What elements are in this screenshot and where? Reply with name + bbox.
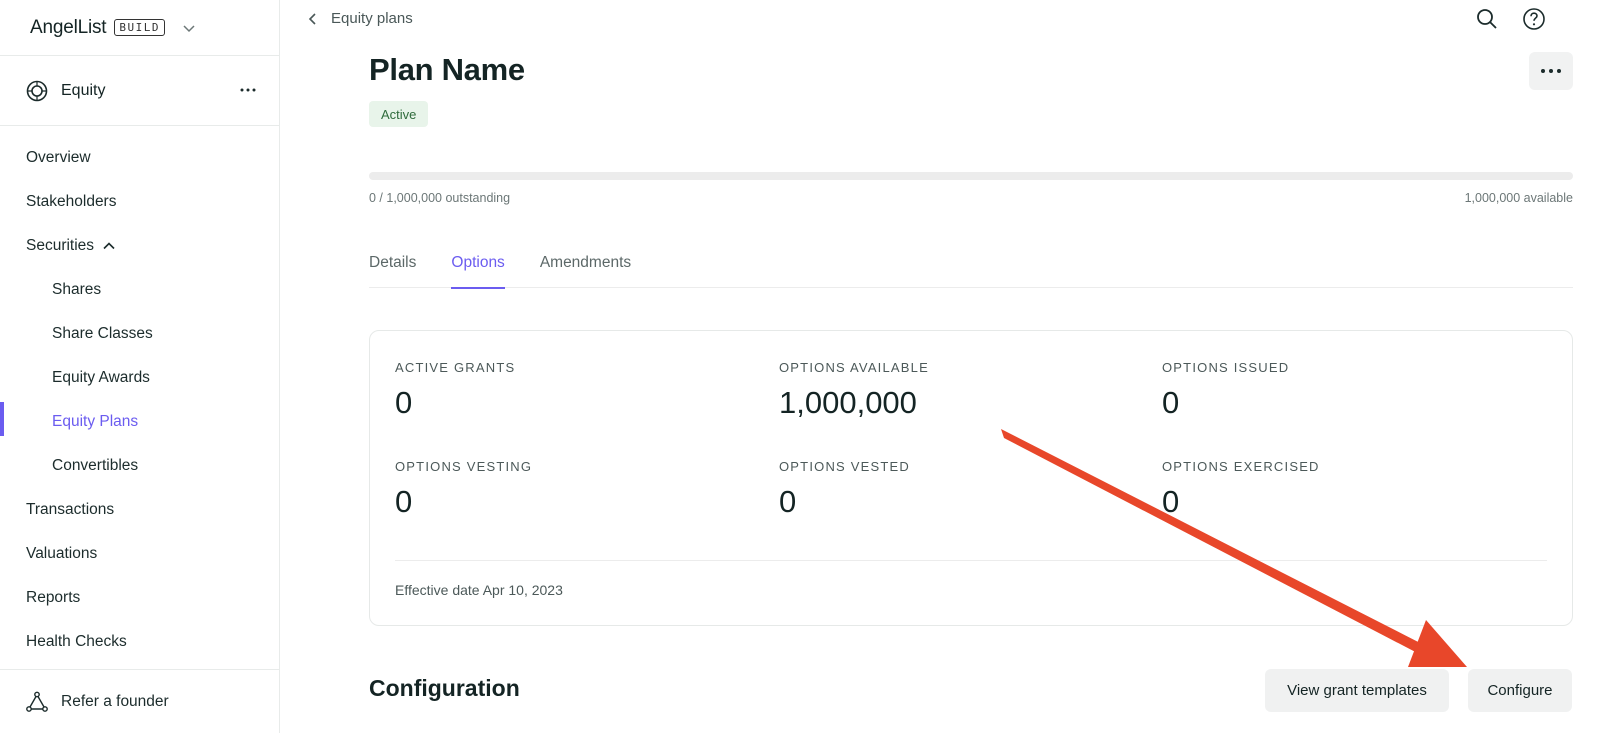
more-horizontal-icon [1541, 69, 1561, 73]
sidebar-item-label: Shares [52, 281, 102, 298]
divider [395, 560, 1547, 561]
stat-options-exercised: OPTIONS EXERCISED 0 [1162, 459, 1542, 520]
search-icon[interactable] [1475, 7, 1499, 31]
stat-value: 0 [395, 484, 413, 519]
sidebar-item-label: Share Classes [52, 325, 153, 342]
stat-active-grants: ACTIVE GRANTS 0 [395, 360, 775, 421]
refer-founder-label: Refer a founder [61, 692, 169, 710]
sidebar-item-label: Stakeholders [26, 193, 117, 210]
chevron-up-icon [103, 242, 115, 250]
tab-details[interactable]: Details [369, 246, 416, 288]
sidebar-item-reports[interactable]: Reports [0, 576, 279, 620]
main-content: Equity plans Plan Name Active 0 / 1,000,… [281, 0, 1600, 733]
stat-options-vesting: OPTIONS VESTING 0 [395, 459, 775, 520]
stat-value: 0 [1162, 484, 1180, 519]
stat-options-available: OPTIONS AVAILABLE 1,000,000 [779, 360, 1159, 421]
sidebar-item-securities[interactable]: Securities [0, 224, 279, 268]
help-icon[interactable] [1522, 7, 1546, 31]
equity-label: Equity [61, 81, 106, 99]
sidebar-item-label: Overview [26, 149, 91, 166]
outstanding-progress-bar [369, 172, 1573, 180]
chevron-left-icon [308, 12, 316, 25]
view-grant-templates-button[interactable]: View grant templates [1265, 669, 1449, 712]
back-link[interactable]: Equity plans [305, 10, 413, 27]
options-summary-card: ACTIVE GRANTS 0 OPTIONS AVAILABLE 1,000,… [369, 330, 1573, 626]
chevron-down-icon[interactable] [181, 20, 197, 36]
available-text: 1,000,000 available [1464, 191, 1573, 205]
equity-section[interactable]: Equity [0, 56, 279, 126]
stat-value: 0 [395, 385, 413, 420]
brand-header[interactable]: AngelList BUILD [0, 0, 279, 56]
sidebar-item-label: Equity Awards [52, 369, 150, 386]
brand-tag: BUILD [114, 19, 165, 36]
sidebar-item-convertibles[interactable]: Convertibles [0, 444, 279, 488]
more-actions-button[interactable] [1529, 52, 1573, 90]
sidebar-item-health-checks[interactable]: Health Checks [0, 620, 279, 664]
stat-options-vested: OPTIONS VESTED 0 [779, 459, 1159, 520]
sidebar-item-share-classes[interactable]: Share Classes [0, 312, 279, 356]
outstanding-text: 0 / 1,000,000 outstanding [369, 191, 511, 205]
network-icon [26, 691, 48, 712]
tab-options[interactable]: Options [451, 246, 506, 289]
configure-button[interactable]: Configure [1468, 669, 1572, 712]
tab-amendments[interactable]: Amendments [540, 246, 631, 288]
stat-label: OPTIONS VESTED [779, 459, 910, 474]
stat-label: OPTIONS AVAILABLE [779, 360, 929, 375]
stat-label: OPTIONS VESTING [395, 459, 533, 474]
stat-label: OPTIONS ISSUED [1162, 360, 1290, 375]
sidebar: AngelList BUILD Equity Overview Stakehol… [0, 0, 280, 733]
stat-label: OPTIONS EXERCISED [1162, 459, 1320, 474]
sidebar-nav: Overview Stakeholders Securities Shares … [0, 126, 279, 664]
stat-options-issued: OPTIONS ISSUED 0 [1162, 360, 1542, 421]
sidebar-item-equity-awards[interactable]: Equity Awards [0, 356, 279, 400]
sidebar-item-label: Securities [26, 237, 95, 254]
sidebar-item-overview[interactable]: Overview [0, 136, 279, 180]
stat-value: 0 [779, 484, 797, 519]
brand-name: AngelList [30, 16, 107, 38]
effective-date: Effective date Apr 10, 2023 [395, 582, 563, 598]
sidebar-item-label: Reports [26, 589, 81, 606]
sidebar-item-equity-plans[interactable]: Equity Plans [0, 400, 279, 444]
more-horizontal-icon[interactable] [239, 83, 257, 97]
stat-value: 1,000,000 [779, 385, 917, 420]
page-title: Plan Name [369, 52, 525, 87]
equity-icon [26, 80, 48, 101]
sidebar-item-stakeholders[interactable]: Stakeholders [0, 180, 279, 224]
sidebar-item-label: Equity Plans [52, 413, 139, 430]
stat-label: ACTIVE GRANTS [395, 360, 516, 375]
refer-founder-link[interactable]: Refer a founder [0, 669, 279, 733]
status-badge: Active [369, 101, 429, 127]
sidebar-item-shares[interactable]: Shares [0, 268, 279, 312]
tab-bar: Details Options Amendments [369, 246, 1573, 289]
sidebar-item-valuations[interactable]: Valuations [0, 532, 279, 576]
sidebar-item-label: Health Checks [26, 633, 127, 650]
back-link-label: Equity plans [331, 10, 413, 27]
configuration-heading: Configuration [369, 675, 520, 701]
sidebar-item-label: Valuations [26, 545, 98, 562]
sidebar-item-label: Convertibles [52, 457, 139, 474]
sidebar-item-label: Transactions [26, 501, 115, 518]
sidebar-item-transactions[interactable]: Transactions [0, 488, 279, 532]
stat-value: 0 [1162, 385, 1180, 420]
